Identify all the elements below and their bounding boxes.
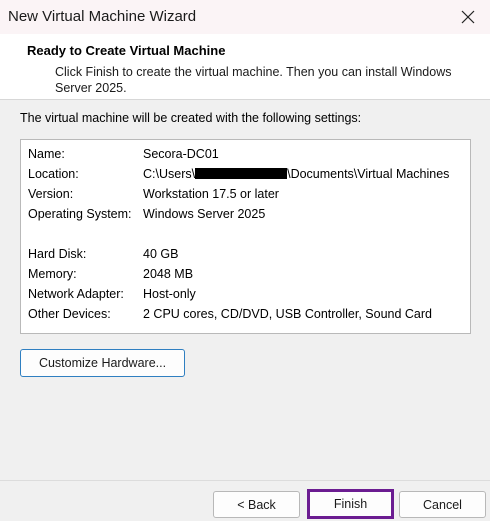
location-prefix: C:\Users\ [143, 167, 196, 181]
window-title: New Virtual Machine Wizard [8, 8, 197, 25]
setting-value: 40 GB [143, 247, 179, 261]
wizard-window: New Virtual Machine Wizard Ready to Crea… [0, 0, 490, 521]
setting-label: Network Adapter: [28, 287, 124, 301]
cancel-button[interactable]: Cancel [399, 491, 486, 518]
settings-intro: The virtual machine will be created with… [20, 111, 362, 125]
setting-value: Workstation 17.5 or later [143, 187, 279, 201]
setting-value: Windows Server 2025 [143, 207, 266, 221]
customize-hardware-button[interactable]: Customize Hardware... [20, 349, 185, 377]
setting-label: Name: [28, 147, 65, 161]
header-description: Click Finish to create the virtual machi… [55, 65, 452, 95]
setting-value: Secora-DC01 [143, 147, 219, 161]
location-suffix: \Documents\Virtual Machines [287, 167, 450, 181]
wizard-header: Ready to Create Virtual Machine Click Fi… [0, 34, 490, 100]
setting-label: Version: [28, 187, 74, 201]
setting-label: Memory: [28, 267, 77, 281]
close-icon [461, 10, 475, 24]
title-bar: New Virtual Machine Wizard [0, 0, 490, 34]
redaction-bar [195, 168, 288, 179]
setting-value-location: C:\Users\ \Documents\Virtual Machines [143, 165, 449, 183]
finish-button[interactable]: Finish [307, 489, 394, 519]
setting-label: Hard Disk: [28, 247, 87, 261]
setting-value: 2048 MB [143, 267, 194, 281]
footer-divider [0, 480, 490, 481]
back-button[interactable]: < Back [213, 491, 300, 518]
setting-value: 2 CPU cores, CD/DVD, USB Controller, Sou… [143, 307, 432, 321]
setting-label: Location: [28, 167, 79, 181]
setting-label: Operating System: [28, 207, 132, 221]
settings-summary: Name: Secora-DC01 Location: C:\Users\ \Do… [20, 139, 471, 334]
header-title: Ready to Create Virtual Machine [27, 43, 226, 58]
close-button[interactable] [446, 0, 490, 34]
setting-label: Other Devices: [28, 307, 111, 321]
setting-value: Host-only [143, 287, 196, 301]
